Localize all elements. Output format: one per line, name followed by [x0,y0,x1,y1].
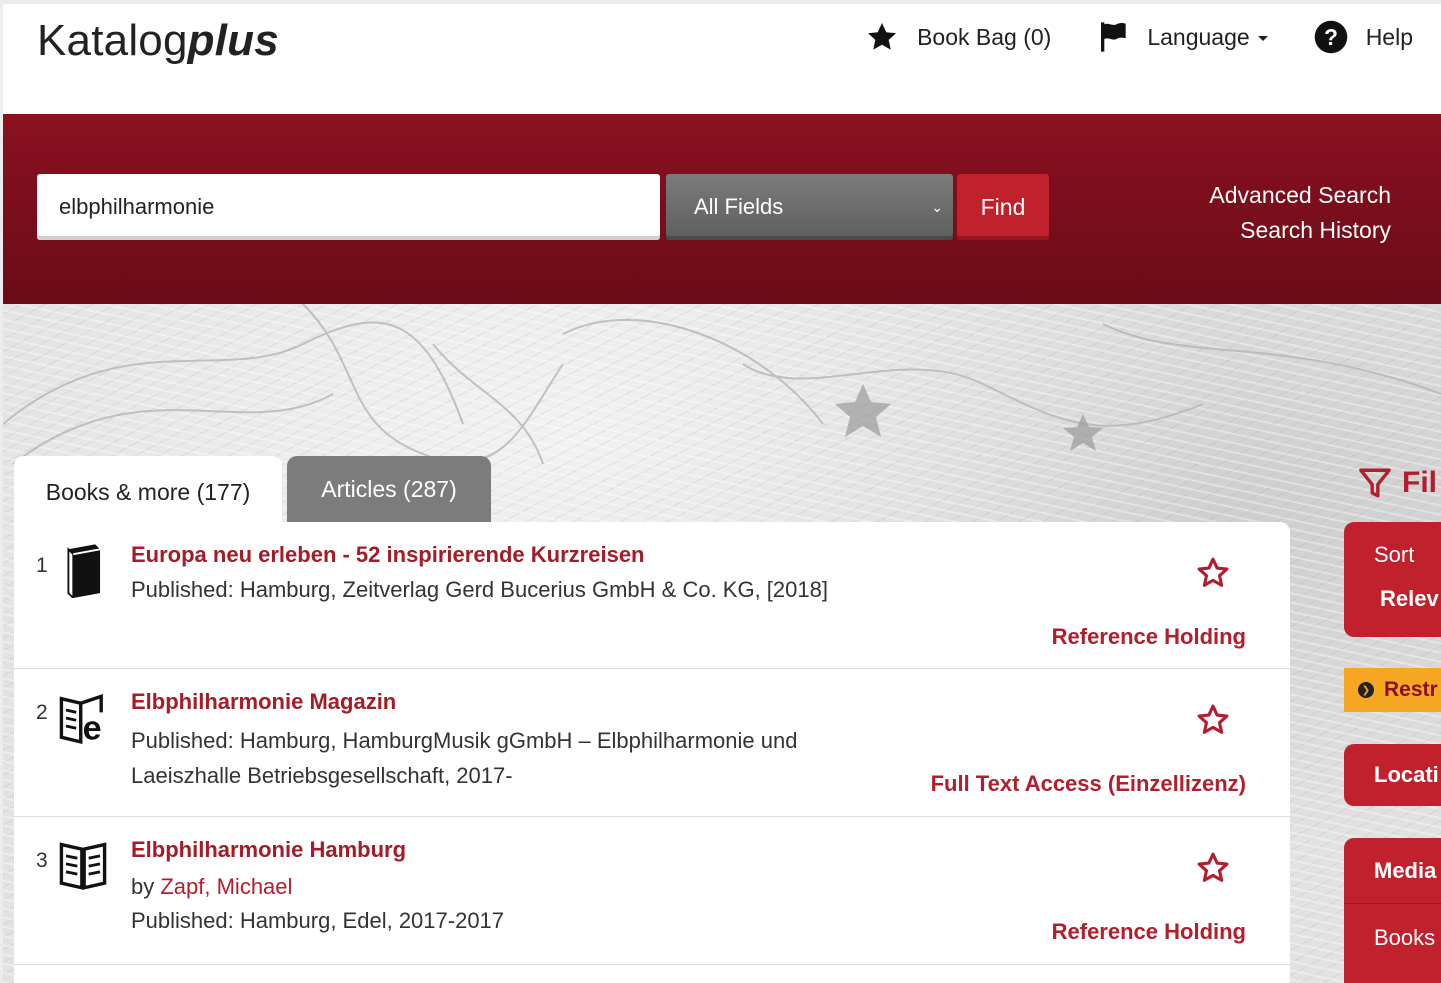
author-link[interactable]: Zapf, Michael [160,874,292,899]
top-nav: Book Bag (0) Language ? Help [865,20,1413,54]
result-item: 3 Elbphilharmonie Hamburg by Zapf, Micha… [14,817,1290,965]
search-band: All Fields ⌄ Find Advanced Search Search… [3,114,1441,304]
book-bag-label: Book Bag (0) [917,23,1052,50]
filter-heading: Fil [1358,466,1437,500]
chevron-right-circle-icon: ❯ [1358,682,1374,698]
search-field-select[interactable]: All Fields ⌄ [666,174,953,240]
media-books-option[interactable]: Books [1344,904,1441,972]
question-circle-icon: ? [1314,20,1347,54]
media-facet[interactable]: Media Books [1344,838,1441,983]
result-number: 3 [36,849,48,872]
filter-icon [1359,468,1391,498]
search-history-link[interactable]: Search History [1209,213,1391,248]
tab-articles[interactable]: Articles (287) [287,456,491,522]
star-outline-icon[interactable] [1196,851,1230,885]
book-icon [67,544,101,598]
star-icon [868,23,897,50]
result-published: Published: Hamburg, Zeitverlag Gerd Buce… [131,577,828,602]
language-dropdown[interactable]: Language [1097,21,1268,53]
media-label: Media [1344,838,1441,904]
tab-books-and-more[interactable]: Books & more (177) [14,456,282,528]
result-author-line: by Zapf, Michael [131,869,292,904]
result-number: 1 [36,554,48,577]
svg-text:?: ? [1324,24,1338,50]
filter-label: Fil [1402,466,1437,499]
page: Katalogplus Book Bag (0) Language ? Help… [3,4,1441,983]
search-links: Advanced Search Search History [1209,178,1391,248]
open-book-icon [59,842,107,890]
reference-holding-link[interactable]: Reference Holding [1052,919,1246,945]
flag-icon [1101,22,1127,52]
help-label: Help [1365,23,1413,50]
help-link[interactable]: ? Help [1314,20,1413,54]
logo-bold-text: plus [187,16,279,65]
result-published: Published: Hamburg, Edel, 2017-2017 [131,908,505,933]
search-input[interactable] [37,174,660,240]
book-bag-link[interactable]: Book Bag (0) [865,21,1051,53]
result-title-link[interactable]: Elbphilharmonie Hamburg [131,837,406,863]
ejournal-icon: e [59,694,103,745]
find-button[interactable]: Find [957,174,1049,240]
result-published: Published: Hamburg, HamburgMusik gGmbH –… [131,728,798,753]
reference-holding-link[interactable]: Reference Holding [1052,624,1246,650]
result-published-continued: Laeiszhalle Betriebsgesellschaft, 2017- [131,763,513,788]
header: Katalogplus Book Bag (0) Language ? Help [3,4,1441,114]
location-facet[interactable]: Locati [1344,744,1441,806]
logo[interactable]: Katalogplus [37,16,279,66]
restrict-bar[interactable]: ❯ Restr [1344,668,1441,712]
search-field-value: All Fields [694,194,784,219]
by-label: by [131,874,161,899]
result-item: 1 Europa neu erleben - 52 inspirierende … [14,522,1290,669]
restrict-label: Restr [1384,678,1438,701]
results-list: 1 Europa neu erleben - 52 inspirierende … [14,522,1290,983]
star-outline-icon[interactable] [1196,556,1230,590]
result-number: 2 [36,701,48,724]
full-text-access-link[interactable]: Full Text Access (Einzellizenz) [931,771,1246,797]
result-title-link[interactable]: Europa neu erleben - 52 inspirierende Ku… [131,542,645,568]
language-label: Language [1147,23,1250,50]
sort-label: Sort [1374,542,1415,567]
advanced-search-link[interactable]: Advanced Search [1209,178,1391,213]
caret-down-icon [1257,35,1268,41]
logo-regular-text: Katalog [37,16,188,65]
chevron-down-icon: ⌄ [931,199,943,215]
star-outline-icon[interactable] [1196,703,1230,737]
sort-value: Relev [1380,586,1439,611]
result-item: 2 e Elbphilharmonie Magazin Published: H… [14,669,1290,817]
location-label: Locati [1374,762,1439,787]
result-title-link[interactable]: Elbphilharmonie Magazin [131,689,396,715]
sort-box[interactable]: Sort Relev [1344,522,1441,637]
svg-text:e: e [83,710,102,745]
